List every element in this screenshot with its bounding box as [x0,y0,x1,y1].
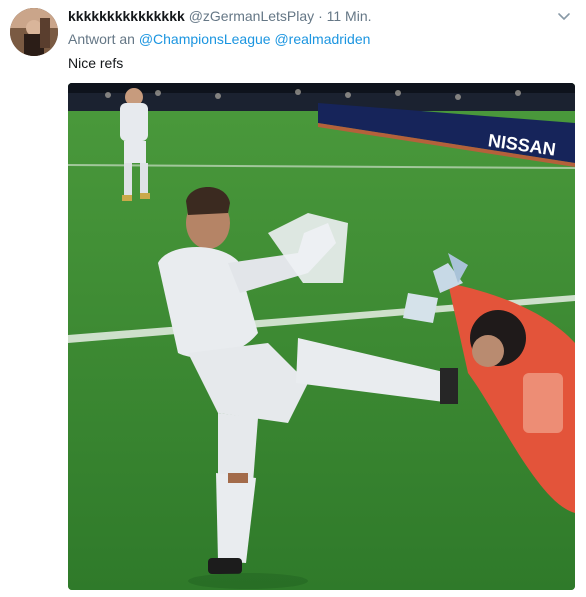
reply-context: Antwort an @ChampionsLeague @realmadride… [68,30,370,48]
reply-link-realmadriden[interactable]: @realmadriden [274,31,370,47]
tweet-header: kkkkkkkkkkkkkkk @zGermanLetsPlay · 11 Mi… [68,7,372,25]
tweet-card: kkkkkkkkkkkkkkk @zGermanLetsPlay · 11 Mi… [0,0,586,597]
reply-link-championsleague[interactable]: @ChampionsLeague [139,31,271,47]
timestamp[interactable]: 11 Min. [327,8,372,24]
tweet-text: Nice refs [68,55,124,71]
avatar[interactable] [10,8,58,56]
separator: · [318,8,323,24]
tweet-media[interactable]: NISSAN [68,83,575,590]
media-image: NISSAN [68,83,575,590]
display-name[interactable]: kkkkkkkkkkkkkkk [68,8,185,24]
reply-prefix: Antwort an [68,31,135,47]
user-handle[interactable]: @zGermanLetsPlay [189,8,314,24]
chevron-down-icon[interactable] [556,9,572,25]
